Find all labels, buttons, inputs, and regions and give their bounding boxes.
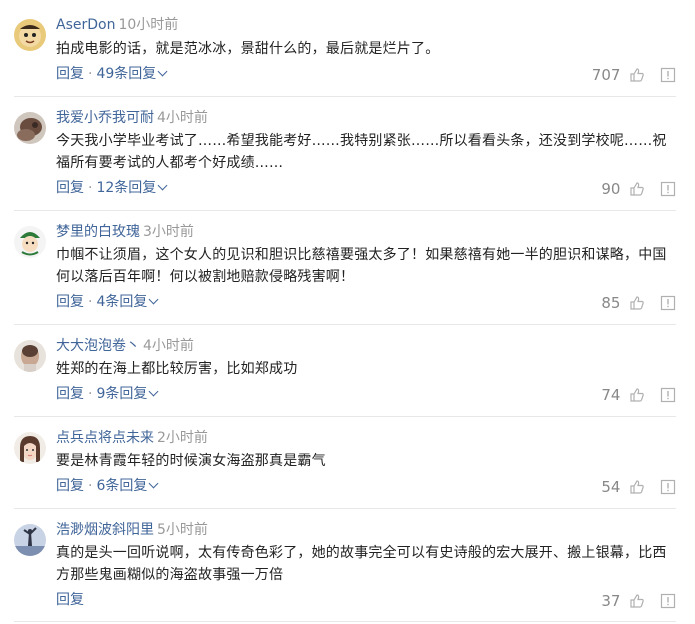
avatar[interactable] — [14, 226, 46, 258]
chevron-down-icon — [148, 294, 159, 305]
reply-button[interactable]: 回复 — [56, 180, 84, 196]
separator-dot: · — [88, 66, 93, 82]
comment-item: AserDon 10小时前 拍成电影的话，就是范冰冰，景甜什么的，最后就是烂片了。… — [14, 8, 676, 97]
girl-photo-icon — [14, 432, 46, 464]
comment-text: 今天我小学毕业考试了……希望我能考好……我特别紧张……所以看看头条，还没到学校呢… — [56, 133, 667, 171]
report-icon[interactable] — [660, 593, 676, 609]
replies-toggle[interactable]: 6条回复 — [96, 478, 159, 494]
username[interactable]: 点兵点将点未来 — [56, 430, 154, 446]
comment-actions: 回复 · 49条回复 — [56, 65, 168, 83]
thumbs-up-icon[interactable] — [629, 67, 645, 83]
comment-item: 大大泡泡卷丶 4小时前 姓郑的在海上都比较厉害，比如郑成功 回复 · 9条回复 74 — [14, 325, 676, 417]
username[interactable]: AserDon — [56, 17, 115, 33]
report-icon[interactable] — [660, 67, 676, 83]
thumbs-up-icon[interactable] — [629, 295, 645, 311]
comment-reactions: 37 — [601, 591, 676, 610]
timestamp: 2小时前 — [157, 430, 208, 446]
comment-text: 拍成电影的话，就是范冰冰，景甜什么的，最后就是烂片了。 — [56, 41, 440, 57]
reply-button[interactable]: 回复 — [56, 294, 84, 310]
thumbs-up-icon[interactable] — [629, 593, 645, 609]
comment-meta: 浩渺烟波斜阳里 5小时前 — [56, 521, 208, 539]
comment-item: 浩渺烟波斜阳里 5小时前 真的是头一回听说啊，太有传奇色彩了，她的故事完全可以有史… — [14, 509, 676, 622]
comment-reactions: 90 — [601, 179, 676, 198]
comment-actions: 回复 — [56, 591, 84, 609]
avatar[interactable] — [14, 524, 46, 556]
comment-meta: 点兵点将点未来 2小时前 — [56, 429, 208, 447]
report-icon[interactable] — [660, 479, 676, 495]
avatar[interactable] — [14, 19, 46, 51]
like-count: 74 — [601, 385, 621, 404]
username[interactable]: 我爱小乔我可耐 — [56, 110, 154, 126]
comment-text: 姓郑的在海上都比较厉害，比如郑成功 — [56, 361, 298, 377]
thumbs-up-icon[interactable] — [629, 181, 645, 197]
comment-item: 点兵点将点未来 2小时前 要是林青霞年轻的时候演女海盗那真是霸气 回复 · 6条回复 … — [14, 417, 676, 509]
statue-photo-icon — [14, 524, 46, 556]
comment-reactions: 54 — [601, 477, 676, 496]
replies-count-label: 49条回复 — [96, 66, 157, 82]
thumbs-up-icon[interactable] — [629, 479, 645, 495]
replies-count-label: 9条回复 — [96, 386, 148, 402]
thumbs-up-icon[interactable] — [629, 387, 645, 403]
replies-toggle[interactable]: 4条回复 — [96, 294, 159, 310]
photo-avatar-icon — [14, 340, 46, 372]
avatar[interactable] — [14, 340, 46, 372]
comment-actions: 回复 · 4条回复 — [56, 293, 159, 311]
report-icon[interactable] — [660, 295, 676, 311]
report-icon[interactable] — [660, 387, 676, 403]
replies-toggle[interactable]: 12条回复 — [96, 180, 168, 196]
reply-button[interactable]: 回复 — [56, 66, 84, 82]
comment-meta: AserDon 10小时前 — [56, 16, 178, 34]
like-count: 37 — [601, 591, 621, 610]
comment-text: 真的是头一回听说啊，太有传奇色彩了，她的故事完全可以有史诗般的宏大展开、搬上银幕… — [56, 545, 667, 583]
username[interactable]: 浩渺烟波斜阳里 — [56, 522, 154, 538]
like-count: 54 — [601, 477, 621, 496]
replies-count-label: 6条回复 — [96, 478, 148, 494]
replies-toggle[interactable]: 9条回复 — [96, 386, 159, 402]
comment-text: 要是林青霞年轻的时候演女海盗那真是霸气 — [56, 453, 326, 469]
photo-avatar-icon — [14, 112, 46, 144]
comment-actions: 回复 · 9条回复 — [56, 385, 159, 403]
separator-dot: · — [88, 180, 93, 196]
username[interactable]: 梦里的白玫瑰 — [56, 224, 140, 240]
comment-text: 巾帼不让须眉，这个女人的见识和胆识比慈禧要强太多了！如果慈禧有她一半的胆识和谋略… — [56, 247, 667, 285]
comment-item: 梦里的白玫瑰 3小时前 巾帼不让须眉，这个女人的见识和胆识比慈禧要强太多了！如果慈… — [14, 211, 676, 325]
reply-button[interactable]: 回复 — [56, 386, 84, 402]
comment-reactions: 85 — [601, 293, 676, 312]
comment-actions: 回复 · 6条回复 — [56, 477, 159, 495]
like-count: 707 — [591, 65, 621, 84]
replies-count-label: 4条回复 — [96, 294, 148, 310]
timestamp: 3小时前 — [143, 224, 194, 240]
replies-toggle[interactable]: 49条回复 — [96, 66, 168, 82]
reply-button[interactable]: 回复 — [56, 478, 84, 494]
separator-dot: · — [88, 478, 93, 494]
timestamp: 4小时前 — [157, 110, 208, 126]
reply-button[interactable]: 回复 — [56, 592, 84, 608]
separator-dot: · — [88, 294, 93, 310]
timestamp: 4小时前 — [143, 338, 194, 354]
timestamp: 5小时前 — [157, 522, 208, 538]
cartoon-face-icon — [14, 19, 46, 51]
avatar[interactable] — [14, 112, 46, 144]
cartoon-character-icon — [14, 226, 46, 258]
like-count: 90 — [601, 179, 621, 198]
comment-meta: 大大泡泡卷丶 4小时前 — [56, 337, 194, 355]
avatar[interactable] — [14, 432, 46, 464]
timestamp: 10小时前 — [118, 17, 179, 33]
chevron-down-icon — [148, 386, 159, 397]
chevron-down-icon — [157, 180, 168, 191]
separator-dot: · — [88, 386, 93, 402]
comment-reactions: 74 — [601, 385, 676, 404]
comment-meta: 梦里的白玫瑰 3小时前 — [56, 223, 194, 241]
like-count: 85 — [601, 293, 621, 312]
comment-item: 我爱小乔我可耐 4小时前 今天我小学毕业考试了……希望我能考好……我特别紧张……所… — [14, 97, 676, 211]
username[interactable]: 大大泡泡卷丶 — [56, 338, 140, 354]
chevron-down-icon — [148, 478, 159, 489]
comment-actions: 回复 · 12条回复 — [56, 179, 168, 197]
comment-reactions: 707 — [592, 65, 676, 84]
chevron-down-icon — [157, 66, 168, 77]
replies-count-label: 12条回复 — [96, 180, 157, 196]
report-icon[interactable] — [660, 181, 676, 197]
comment-meta: 我爱小乔我可耐 4小时前 — [56, 109, 208, 127]
